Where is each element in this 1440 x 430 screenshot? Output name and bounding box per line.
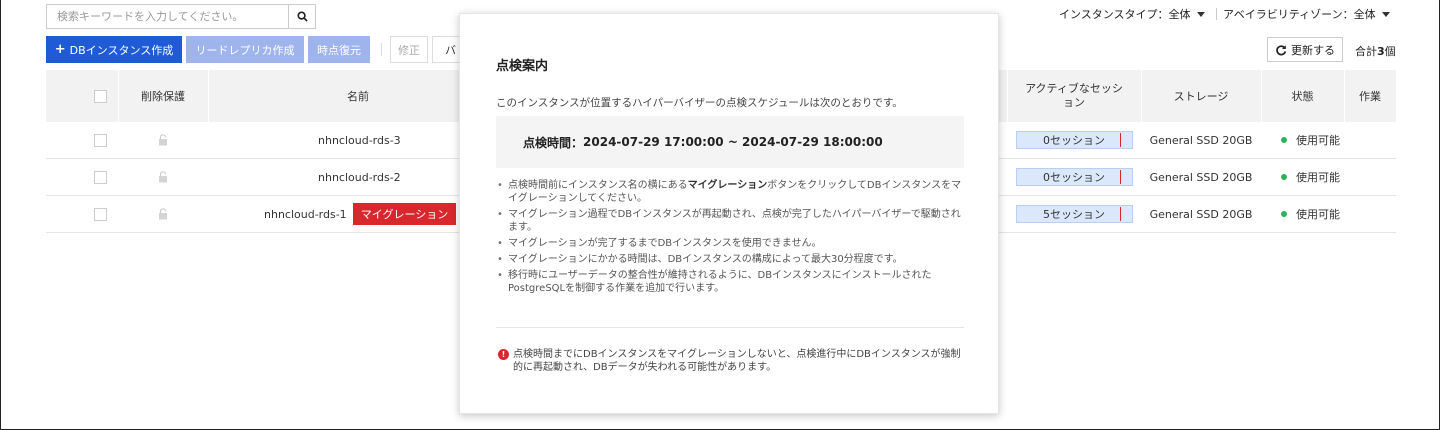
unlock-icon [159, 134, 167, 146]
sessions-cell: 0セッション [1007, 159, 1141, 195]
header-actions: 作業 [1359, 90, 1381, 103]
status-dot-icon [1281, 174, 1287, 180]
table-row[interactable] [86, 159, 114, 195]
refresh-button[interactable]: 更新する [1267, 37, 1343, 62]
header-delete-protection[interactable]: 削除保護 [118, 70, 208, 122]
search-icon [296, 11, 308, 22]
delete-protection-cell [118, 122, 208, 158]
create-db-instance-label: DBインスタンス作成 [69, 43, 174, 57]
plus-icon: + [54, 42, 66, 57]
select-all-cell [86, 70, 114, 122]
create-read-replica-button[interactable]: リードレプリカ作成 [186, 36, 304, 63]
total-suffix: 個 [1384, 45, 1396, 58]
edit-label: 修正 [398, 43, 420, 57]
header-active-sessions[interactable]: アクティブなセッション [1007, 70, 1141, 122]
status-dot-icon [1281, 137, 1287, 143]
chevron-down-icon [1381, 11, 1390, 17]
unlock-icon [159, 171, 167, 183]
modal-title: 点検案内 [496, 59, 549, 74]
storage-cell: General SSD 20GB [1149, 133, 1253, 147]
session-count: 0セッション [1043, 171, 1105, 184]
refresh-icon [1276, 44, 1287, 55]
instance-type-filter-label: インスタンスタイプ：全体 [1059, 8, 1191, 21]
status-cell: 使用可能 [1261, 196, 1344, 232]
search-input[interactable] [46, 4, 289, 29]
table-row[interactable] [86, 196, 114, 232]
list-item: マイグレーションが完了するまでDBインスタンスを使用できません。 [496, 237, 964, 250]
status-cell: 使用可能 [1261, 159, 1344, 195]
create-read-replica-label: リードレプリカ作成 [195, 43, 295, 57]
status-dot-icon [1281, 211, 1287, 217]
session-bar: 0セッション [1015, 168, 1133, 186]
delete-protection-cell [118, 159, 208, 195]
bullet1-bold: マイグレーション [687, 180, 768, 191]
storage-cell: General SSD 20GB [1149, 170, 1253, 184]
sessions-cell: 0セッション [1007, 122, 1141, 158]
unlock-icon [159, 208, 167, 220]
session-count: 5セッション [1043, 208, 1105, 221]
maintenance-notes-list: 点検時間前にインスタンス名の横にあるマイグレーションボタンをクリックしてDBイン… [496, 179, 964, 298]
session-threshold-marker [1119, 133, 1121, 147]
bullet1-pre: 点検時間前にインスタンス名の横にある [508, 180, 688, 191]
modal-description: このインスタンスが位置するハイパーバイザーの点検スケジュールは次のとおりです。 [496, 97, 903, 109]
total-number: 3 [1377, 45, 1385, 58]
modal-divider [496, 327, 964, 328]
session-bar: 0セッション [1015, 131, 1133, 149]
migration-button[interactable]: マイグレーション [352, 203, 457, 225]
maintenance-time-label: 点検時間： [523, 135, 584, 150]
status-cell: 使用可能 [1261, 122, 1344, 158]
session-threshold-marker [1119, 170, 1121, 184]
point-in-time-restore-label: 時点復元 [317, 43, 361, 57]
list-item: マイグレーションにかかる時間は、DBインスタンスの構成によって最大30分程度です… [496, 253, 964, 266]
instance-type-filter[interactable]: インスタンスタイプ：全体 [1059, 6, 1205, 22]
row-checkbox[interactable] [93, 133, 107, 147]
header-status[interactable]: 状態 [1261, 70, 1344, 122]
filter-divider [1216, 8, 1217, 20]
status-label: 使用可能 [1296, 171, 1340, 184]
status-label: 使用可能 [1296, 208, 1340, 221]
point-in-time-restore-button[interactable]: 時点復元 [308, 36, 370, 63]
session-bar: 5セッション [1015, 205, 1133, 223]
create-db-instance-button[interactable]: + DBインスタンス作成 [46, 36, 182, 63]
row-checkbox[interactable] [93, 170, 107, 184]
storage-cell: General SSD 20GB [1149, 207, 1253, 221]
availability-zone-filter-label: アベイラビリティゾーン：全体 [1223, 8, 1376, 21]
maintenance-time-box: 点検時間： 2024-07-29 17:00:00 ~ 2024-07-29 18… [496, 116, 964, 168]
refresh-label: 更新する [1291, 43, 1335, 57]
list-item: 移行時にユーザーデータの整合性が維持されるように、DBインスタンスにインストール… [496, 269, 964, 295]
warning-icon: ! [498, 349, 509, 360]
status-label: 使用可能 [1296, 134, 1340, 147]
table-row[interactable] [86, 122, 114, 158]
warning-message: ! 点検時間までにDBインスタンスをマイグレーションしないと、点検進行中にDBイ… [498, 348, 964, 374]
warning-text: 点検時間までにDBインスタンスをマイグレーションしないと、点検進行中にDBインス… [513, 349, 961, 373]
search-button[interactable] [288, 4, 316, 29]
edit-button[interactable]: 修正 [390, 36, 428, 63]
toolbar-divider [381, 43, 382, 56]
backup-label: バ [445, 43, 456, 57]
sessions-cell: 5セッション [1007, 196, 1141, 232]
total-prefix: 合計 [1355, 45, 1377, 58]
header-storage[interactable]: ストレージ [1141, 70, 1261, 122]
instance-name-link[interactable]: nhncloud-rds-1 [264, 208, 347, 221]
chevron-down-icon [1196, 11, 1205, 17]
list-item: マイグレーション過程でDBインスタンスが再起動され、点検が完了したハイパーバイザ… [496, 208, 964, 234]
delete-protection-cell [118, 196, 208, 232]
list-item: 点検時間前にインスタンス名の横にあるマイグレーションボタンをクリックしてDBイン… [496, 179, 964, 205]
select-all-checkbox[interactable] [93, 89, 107, 103]
row-checkbox[interactable] [93, 207, 107, 221]
availability-zone-filter[interactable]: アベイラビリティゾーン：全体 [1223, 6, 1390, 22]
total-count: 合計3個 [1355, 43, 1396, 59]
session-threshold-marker [1119, 207, 1121, 221]
maintenance-time-range: 2024-07-29 17:00:00 ~ 2024-07-29 18:00:0… [583, 135, 883, 149]
session-count: 0セッション [1043, 134, 1105, 147]
maintenance-info-popover: 点検案内 このインスタンスが位置するハイパーバイザーの点検スケジュールは次のとお… [459, 13, 999, 414]
